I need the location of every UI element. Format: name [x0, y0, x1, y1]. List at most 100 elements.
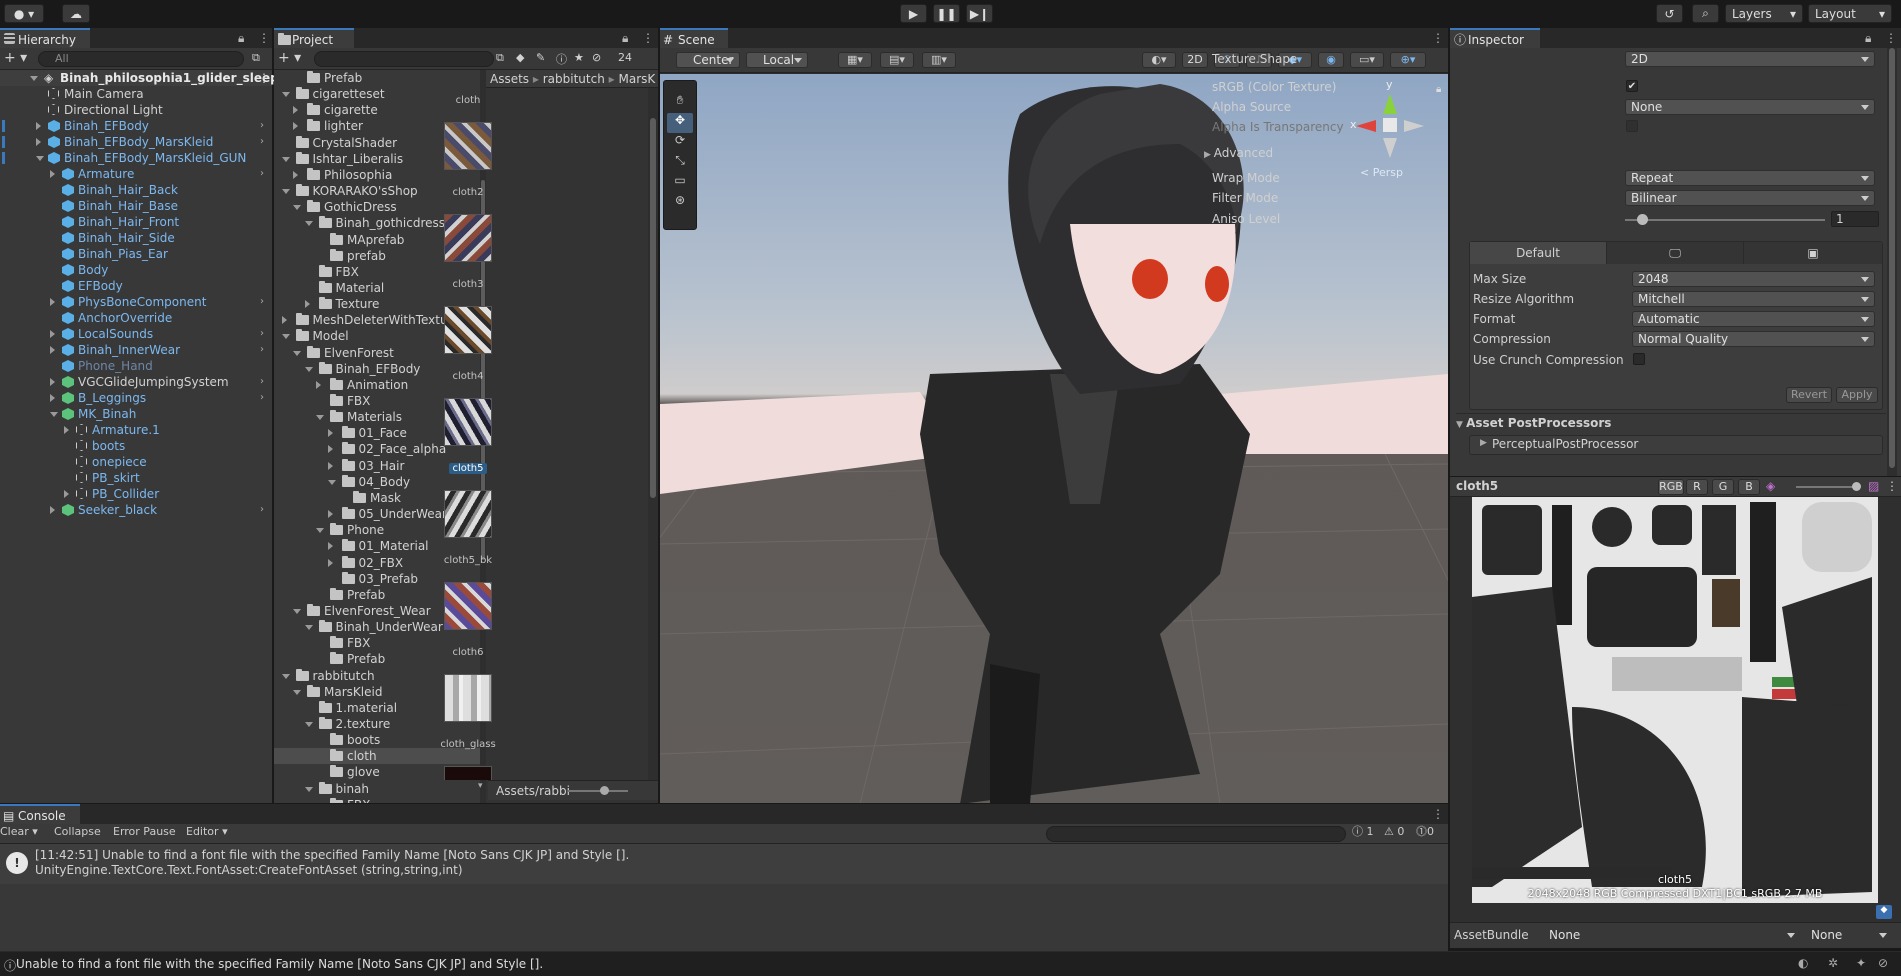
hierarchy-item[interactable]: B_Leggings ›: [0, 390, 272, 406]
platform-tab-default[interactable]: Default: [1470, 242, 1607, 264]
expand-arrow-icon[interactable]: [304, 722, 313, 727]
info-icon[interactable]: ⓘ: [556, 51, 567, 67]
expand-arrow-icon[interactable]: [304, 300, 310, 309]
layers-dropdown[interactable]: Layers ▾: [1725, 4, 1803, 23]
clear-button[interactable]: Clear ▾: [0, 824, 38, 840]
hierarchy-item[interactable]: Body: [0, 262, 272, 278]
chevron-right-icon[interactable]: ›: [260, 134, 264, 150]
chevron-right-icon[interactable]: ›: [260, 374, 264, 390]
grid-visibility-button[interactable]: ▤▾: [880, 52, 914, 68]
collab-icon[interactable]: ⊘: [1878, 956, 1888, 970]
hierarchy-item[interactable]: AnchorOverride: [0, 310, 272, 326]
asset-label[interactable]: cloth6: [433, 647, 503, 658]
texture-thumbnail-cloth5[interactable]: [444, 398, 492, 446]
expand-arrow-icon[interactable]: [50, 394, 55, 402]
expand-arrow-icon[interactable]: [64, 490, 69, 498]
icon-size-slider-thumb[interactable]: [600, 786, 609, 795]
resize-algorithm-dropdown[interactable]: Mitchell: [1632, 291, 1875, 307]
lock-icon[interactable]: 🔒︎: [238, 31, 244, 46]
expand-arrow-icon[interactable]: [316, 415, 324, 421]
hidden-packages-icon[interactable]: ⊘: [592, 51, 601, 64]
revert-button[interactable]: Revert: [1786, 387, 1832, 403]
rotate-tool-icon[interactable]: ⟳: [667, 133, 693, 153]
max-size-dropdown[interactable]: 2048: [1632, 271, 1875, 287]
hierarchy-item[interactable]: Phone_Hand: [0, 358, 272, 374]
pause-button[interactable]: ❚❚: [933, 4, 960, 23]
hierarchy-item[interactable]: VGCGlideJumpingSystem ›: [0, 374, 272, 390]
hierarchy-item[interactable]: Binah_Pias_Ear: [0, 246, 272, 262]
hierarchy-item[interactable]: PB_skirt: [0, 470, 272, 486]
hierarchy-item[interactable]: MK_Binah: [0, 406, 272, 422]
tab-hierarchy[interactable]: Hierarchy: [0, 28, 90, 48]
asset-label[interactable]: cloth5_bk: [433, 555, 503, 566]
asset-label[interactable]: cloth4: [433, 371, 503, 382]
expand-arrow-icon[interactable]: [316, 528, 324, 534]
account-button[interactable]: ● ▾: [4, 4, 44, 23]
rect-tool-icon[interactable]: ▭: [667, 173, 693, 193]
format-dropdown[interactable]: Automatic: [1632, 311, 1875, 327]
channel-g-button[interactable]: G: [1712, 479, 1734, 495]
project-folder-item[interactable]: 04_Body: [274, 474, 480, 490]
grid-snap-button[interactable]: ▦▾: [838, 52, 872, 68]
more-menu-icon[interactable]: ⋮: [258, 31, 270, 45]
search-by-label-icon[interactable]: ◆: [516, 51, 524, 64]
texture-thumbnail-cloth3[interactable]: [444, 214, 492, 262]
channel-rgb-button[interactable]: RGB: [1658, 479, 1684, 495]
history-icon[interactable]: ↺: [1656, 4, 1683, 23]
tab-project[interactable]: Project: [274, 28, 354, 48]
expand-arrow-icon[interactable]: [327, 445, 333, 454]
move-tool-icon[interactable]: ✥: [667, 113, 693, 133]
expand-arrow-icon[interactable]: [36, 138, 41, 146]
hierarchy-item[interactable]: onepiece: [0, 454, 272, 470]
texture-thumbnail-cloth5-bk[interactable]: [444, 490, 492, 538]
project-folder-item[interactable]: 01_Material: [274, 538, 480, 554]
texture-thumbnail-cloth4[interactable]: [444, 306, 492, 354]
asset-scroll-thumb[interactable]: [650, 118, 656, 498]
srgb-checkbox[interactable]: ✔: [1626, 80, 1638, 92]
create-button[interactable]: + ▾: [278, 50, 301, 66]
expand-arrow-icon[interactable]: [50, 298, 55, 306]
expand-arrow-icon[interactable]: [327, 479, 336, 485]
projection-label[interactable]: < Persp: [1360, 166, 1403, 179]
tag-icon[interactable]: ✎: [536, 51, 545, 64]
aniso-slider-thumb[interactable]: [1637, 214, 1648, 225]
expand-arrow-icon[interactable]: [293, 122, 298, 131]
scale-tool-icon[interactable]: ⤡: [667, 153, 693, 173]
texture-thumbnail-cloth6[interactable]: [444, 582, 492, 630]
project-folder-item[interactable]: GothicDress: [274, 199, 480, 215]
texture-shape-dropdown[interactable]: 2D: [1625, 51, 1875, 67]
search-by-type-icon[interactable]: ⧉: [496, 51, 504, 65]
asset-postprocessors-foldout[interactable]: ▼ Asset PostProcessors: [1456, 415, 1611, 431]
expand-arrow-icon[interactable]: [50, 346, 55, 354]
alpha-source-dropdown[interactable]: None: [1625, 99, 1875, 115]
gizmo-lock-icon[interactable]: 🔒︎: [1436, 84, 1441, 95]
hierarchy-item[interactable]: PhysBoneComponent ›: [0, 294, 272, 310]
expand-arrow-icon[interactable]: [327, 542, 333, 551]
breadcrumb-rabbitutch[interactable]: rabbitutch: [543, 72, 605, 86]
chevron-right-icon[interactable]: ›: [260, 502, 264, 518]
texture-thumbnail-next[interactable]: [444, 766, 492, 780]
texture-thumbnail-cloth-glass[interactable]: [444, 674, 492, 722]
hierarchy-item[interactable]: Armature.1: [0, 422, 272, 438]
favorites-icon[interactable]: ★: [574, 51, 584, 64]
pivot-dropdown[interactable]: Center: [676, 52, 740, 68]
editor-dropdown[interactable]: Editor ▾: [186, 824, 228, 840]
debug-icon[interactable]: ✲: [1828, 956, 1838, 970]
scene-row[interactable]: ◈ Binah_philosophia1_glider_sleep ⋮: [0, 70, 279, 86]
mip-slider[interactable]: [1796, 486, 1858, 488]
tab-console[interactable]: ▤ Console: [0, 804, 80, 824]
status-message[interactable]: Unable to find a font file with the spec…: [16, 957, 543, 971]
draw-mode-button[interactable]: ◐▾: [1142, 52, 1176, 68]
hierarchy-item[interactable]: Armature ›: [0, 166, 272, 182]
hierarchy-item[interactable]: Binah_InnerWear ›: [0, 342, 272, 358]
expand-arrow-icon[interactable]: [50, 506, 55, 514]
tab-inspector[interactable]: ⓘ Inspector: [1450, 28, 1540, 48]
texture-preview[interactable]: cloth5 2048x2048 RGB Compressed DXT1|BC1…: [1472, 497, 1878, 903]
hierarchy-item[interactable]: Binah_Hair_Base: [0, 198, 272, 214]
hierarchy-item[interactable]: Binah_Hair_Side: [0, 230, 272, 246]
expand-arrow-icon[interactable]: [281, 92, 290, 98]
expand-arrow-icon[interactable]: [304, 366, 313, 372]
lock-icon[interactable]: 🔒︎: [1865, 31, 1871, 46]
expand-arrow-icon[interactable]: [304, 786, 313, 792]
lock-icon[interactable]: 🔒︎: [622, 31, 628, 46]
